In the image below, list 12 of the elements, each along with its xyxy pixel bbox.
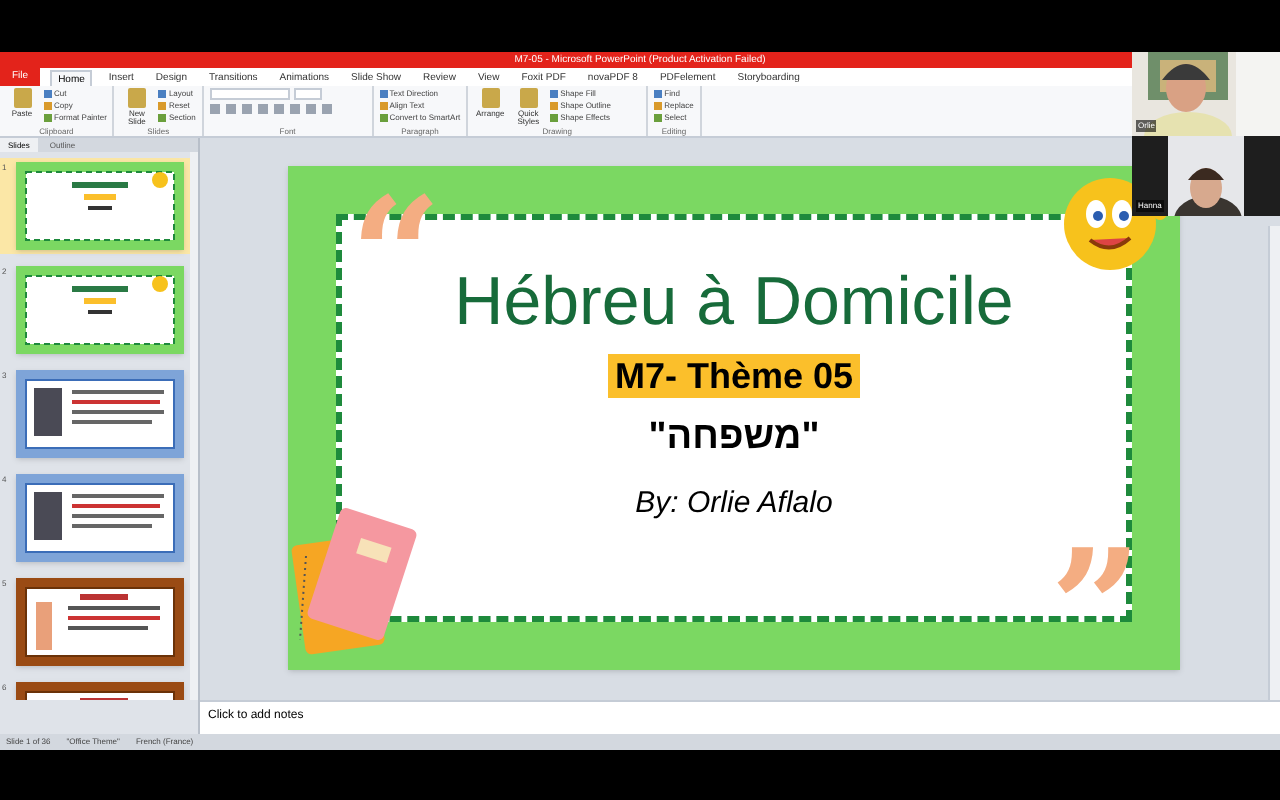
command-icon	[481, 88, 500, 108]
quote-mark: “	[350, 176, 443, 336]
quote-mark: ”	[1049, 528, 1142, 688]
scrollbar[interactable]	[1268, 226, 1280, 700]
font-field[interactable]	[209, 88, 290, 100]
author-text: By: Orlie Aflalo	[635, 483, 833, 524]
slide-title: Hébreu à Domicile	[454, 262, 1014, 344]
slide-subtitle: M7- Thème 05	[608, 353, 860, 398]
slide-subtitle: "משפחה"	[648, 414, 820, 462]
scrollbar[interactable]	[190, 152, 198, 700]
size-field[interactable]	[293, 88, 322, 100]
styles-icon	[519, 88, 538, 108]
